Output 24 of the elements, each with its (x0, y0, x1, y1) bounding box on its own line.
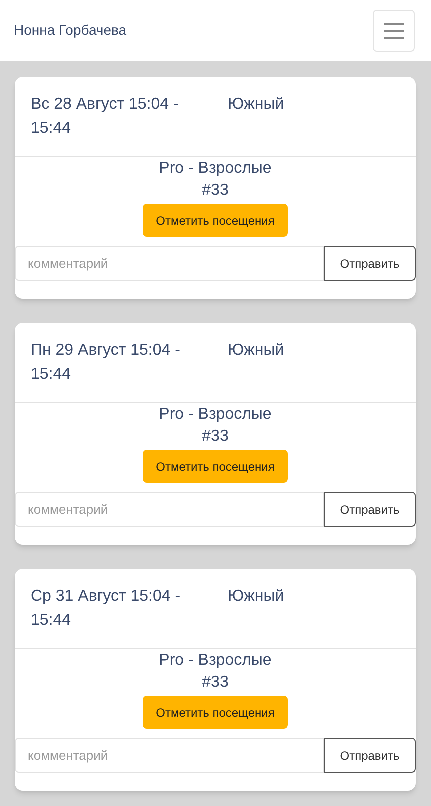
menu-button[interactable] (373, 10, 415, 52)
session-time: Ср 31 Август 15:04 - 15:44 (31, 587, 182, 631)
comment-field[interactable]: комментарий (15, 492, 324, 527)
menu-icon (384, 22, 404, 38)
send-button[interactable]: Отправить (324, 492, 416, 527)
mark-attendance-button[interactable]: Отметить посещения (143, 696, 288, 729)
mark-attendance-button[interactable]: Отметить посещения (143, 450, 288, 483)
group-number: #33 (202, 427, 229, 447)
session-location: Южный (228, 587, 284, 607)
send-button[interactable]: Отправить (324, 246, 416, 281)
group-name: Pro - Взрослые (159, 159, 272, 179)
group-number: #33 (202, 673, 229, 693)
session-location: Южный (228, 95, 284, 115)
user-name: Нонна Горбачева (14, 21, 127, 40)
group-name: Pro - Взрослые (159, 405, 272, 425)
mark-attendance-button[interactable]: Отметить посещения (143, 204, 288, 237)
session-time: Вс 28 Август 15:04 - 15:44 (31, 95, 180, 139)
session-time: Пн 29 Август 15:04 - 15:44 (31, 341, 182, 385)
send-button[interactable]: Отправить (324, 738, 416, 773)
comment-field[interactable]: комментарий (15, 738, 324, 773)
group-name: Pro - Взрослые (159, 651, 272, 671)
session-location: Южный (228, 341, 284, 361)
group-number: #33 (202, 181, 229, 201)
comment-field[interactable]: комментарий (15, 246, 324, 281)
